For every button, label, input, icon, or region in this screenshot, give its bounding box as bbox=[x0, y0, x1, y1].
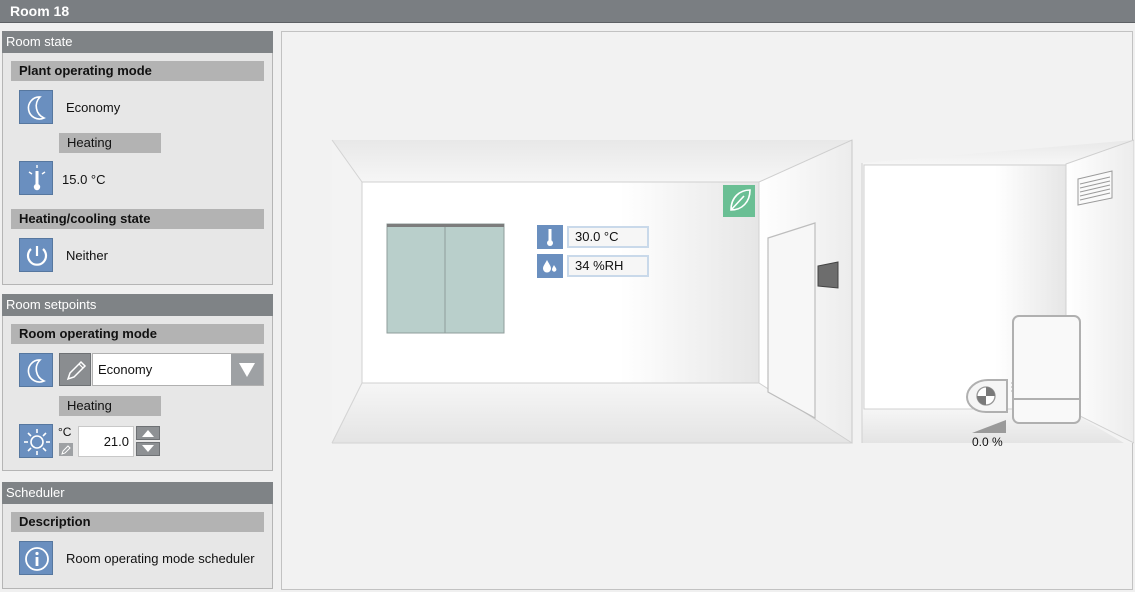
chevron-down-icon bbox=[142, 445, 154, 452]
room-setpoints-panel: Room setpoints Room operating mode Econo… bbox=[2, 294, 273, 471]
plant-operating-mode-header: Plant operating mode bbox=[11, 61, 264, 81]
sun-icon bbox=[19, 424, 53, 458]
room-visualization: 30.0 °C 34 %RH 0.0 % bbox=[281, 31, 1134, 590]
fan-icon bbox=[965, 379, 1013, 413]
room-humidity-value: 34 %RH bbox=[567, 255, 649, 277]
setpoint-heating-label: Heating bbox=[59, 396, 161, 416]
heating-cooling-state-header: Heating/cooling state bbox=[11, 209, 264, 229]
heating-cooling-value: Neither bbox=[66, 248, 108, 263]
thermometer-icon bbox=[19, 161, 53, 195]
fan-output-value: 0.0 % bbox=[972, 435, 1003, 449]
room-state-header: Room state bbox=[2, 31, 273, 53]
room-mode-selected: Economy bbox=[98, 362, 153, 377]
room-operating-mode-header: Room operating mode bbox=[11, 324, 264, 344]
power-icon bbox=[19, 238, 53, 272]
room-drawing bbox=[331, 139, 1134, 444]
chevron-down-icon[interactable] bbox=[231, 354, 263, 385]
room-temperature-value: 30.0 °C bbox=[567, 226, 649, 248]
water-drops-icon bbox=[537, 254, 563, 278]
room-setpoints-header: Room setpoints bbox=[2, 294, 273, 316]
chevron-up-icon bbox=[142, 430, 154, 437]
room-mode-dropdown[interactable]: Economy bbox=[92, 353, 264, 386]
setpoint-increase-button[interactable] bbox=[136, 426, 160, 440]
scheduler-description: Room operating mode scheduler bbox=[66, 551, 255, 566]
plant-mode-value: Economy bbox=[66, 100, 121, 115]
info-icon bbox=[19, 541, 53, 575]
pencil-icon bbox=[59, 443, 73, 456]
description-header: Description bbox=[11, 512, 264, 532]
window-title: Room 18 bbox=[0, 0, 1135, 23]
room-state-panel: Room state Plant operating mode Economy … bbox=[2, 31, 273, 285]
thermometer-icon bbox=[537, 225, 563, 249]
setpoint-unit: °C bbox=[58, 425, 72, 439]
scheduler-panel: Scheduler Description Room operating mod… bbox=[2, 482, 273, 589]
scheduler-header: Scheduler bbox=[2, 482, 273, 504]
plant-temperature-value: 15.0 °C bbox=[62, 172, 106, 187]
plant-heating-label: Heating bbox=[59, 133, 161, 153]
moon-icon bbox=[19, 353, 53, 387]
setpoint-decrease-button[interactable] bbox=[136, 442, 160, 456]
setpoint-input[interactable]: 21.0 bbox=[78, 426, 134, 457]
pencil-icon bbox=[66, 360, 87, 381]
moon-icon bbox=[19, 90, 53, 124]
edit-mode-button[interactable] bbox=[59, 353, 91, 386]
